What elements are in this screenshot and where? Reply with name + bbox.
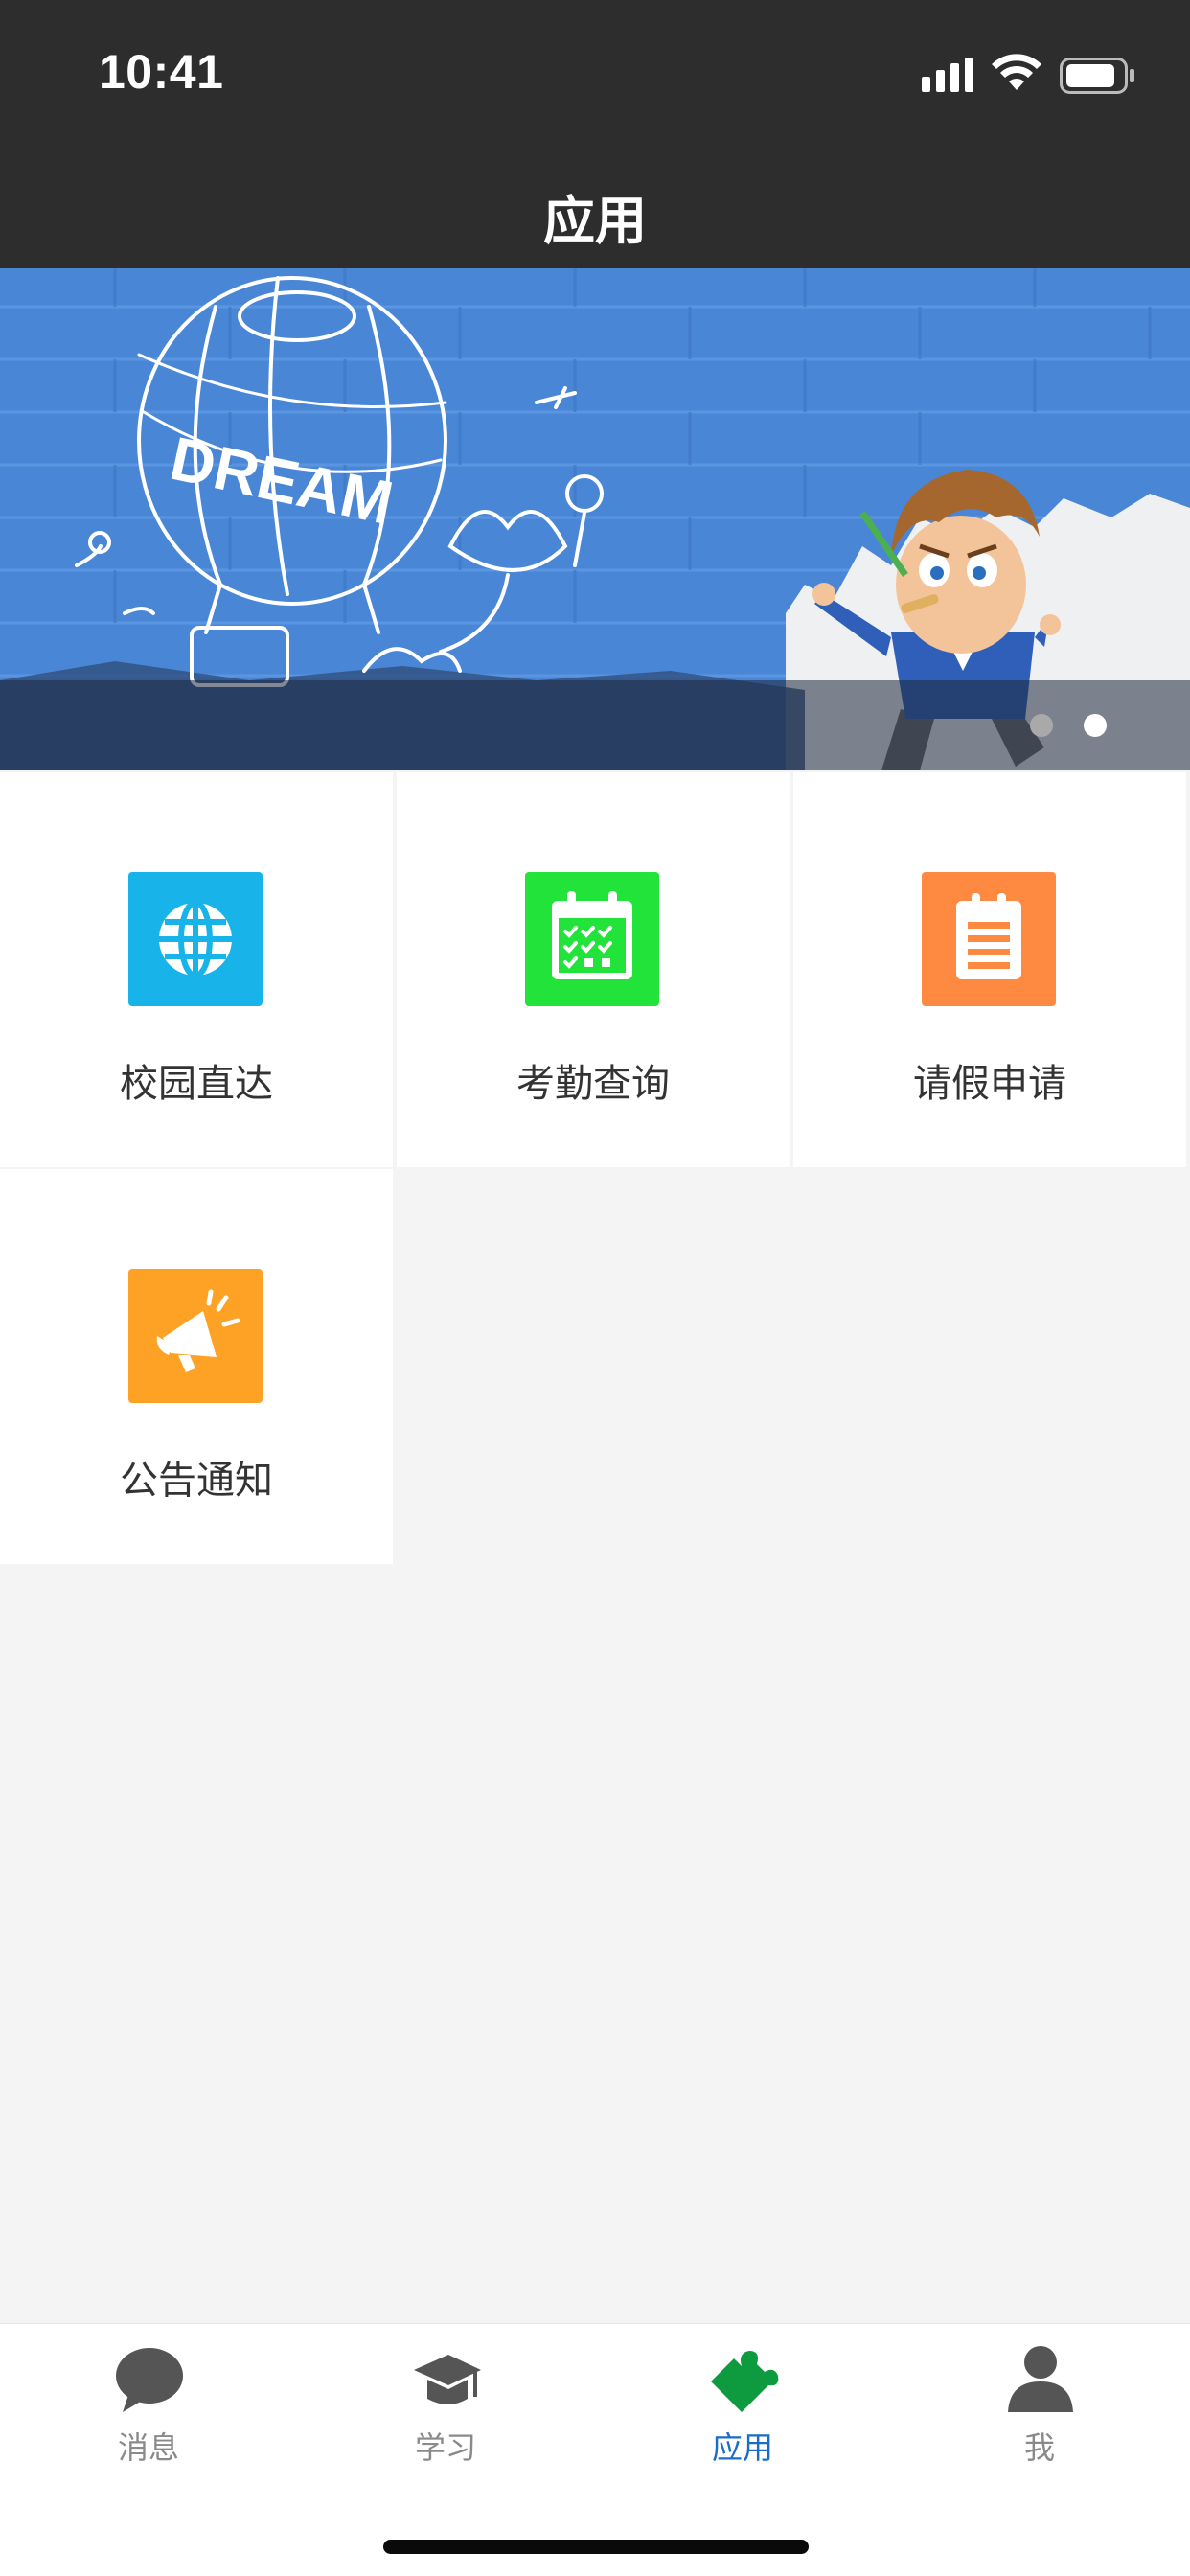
bottom-tab-bar: 消息 学习 应用 我 — [0, 2323, 1190, 2576]
app-tile-leave-request[interactable]: 请假申请 — [793, 772, 1186, 1167]
carousel-dot-1[interactable] — [1030, 714, 1053, 737]
top-bar: 10:41 应用 — [0, 0, 1190, 268]
battery-icon — [1060, 58, 1134, 94]
app-label: 考勤查询 — [516, 1062, 670, 1106]
wifi-icon — [992, 54, 1041, 90]
tab-label: 学习 — [414, 2429, 476, 2466]
puzzle-piece-icon — [711, 2351, 779, 2412]
cellular-signal-icon — [922, 58, 973, 92]
page-title: 应用 — [543, 191, 647, 251]
tab-label: 消息 — [117, 2429, 179, 2466]
banner-carousel[interactable]: DREAM — [0, 268, 1190, 770]
calendar-icon — [525, 872, 659, 1006]
status-time: 10:41 — [99, 45, 224, 99]
clipboard-icon — [922, 872, 1056, 1006]
app-label: 请假申请 — [913, 1062, 1066, 1106]
graduation-cap-icon — [414, 2355, 481, 2404]
app-tile-campus[interactable]: 校园直达 — [0, 772, 393, 1167]
tab-messages[interactable]: 消息 — [0, 2324, 297, 2496]
tab-me[interactable]: 我 — [891, 2324, 1188, 2496]
app-tile-attendance[interactable]: 考勤查询 — [397, 772, 790, 1167]
person-icon — [1008, 2346, 1073, 2412]
carousel-dot-2-active[interactable] — [1084, 714, 1107, 737]
tab-apps[interactable]: 应用 — [594, 2324, 891, 2496]
app-label: 公告通知 — [120, 1459, 273, 1503]
chat-bubble-icon — [116, 2348, 183, 2412]
app-tile-announcements[interactable]: 公告通知 — [0, 1169, 393, 1564]
tab-label: 应用 — [711, 2429, 773, 2466]
tab-label: 我 — [1023, 2429, 1055, 2466]
globe-icon — [128, 872, 263, 1006]
status-bar: 10:41 — [0, 0, 1190, 153]
tab-study[interactable]: 学习 — [297, 2324, 594, 2496]
home-indicator — [383, 2540, 809, 2554]
app-label: 校园直达 — [120, 1062, 273, 1106]
banner-caption-bar — [0, 680, 1190, 770]
megaphone-icon — [128, 1269, 263, 1403]
